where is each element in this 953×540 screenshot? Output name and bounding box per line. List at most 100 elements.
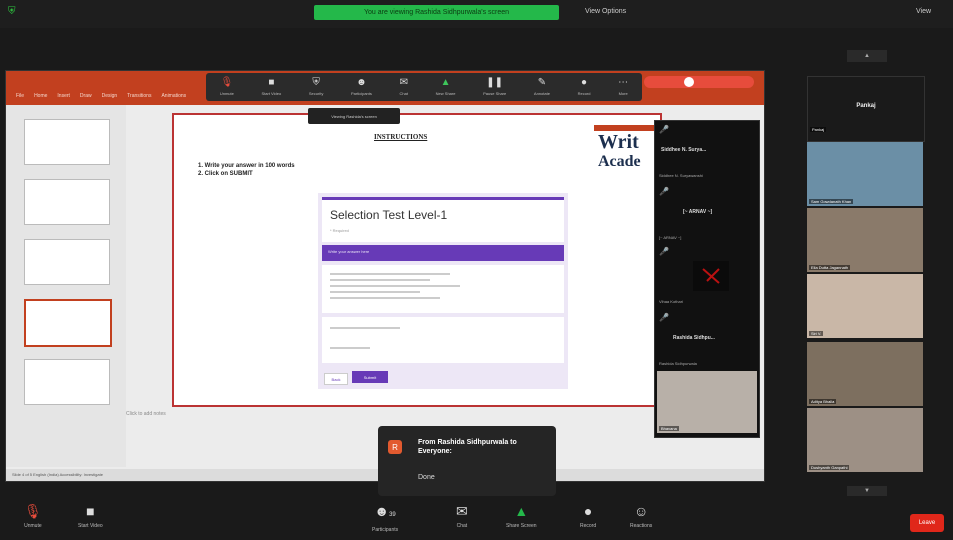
toolbar-record-button[interactable]: ● Record — [578, 77, 591, 97]
stop-share-button[interactable] — [644, 76, 754, 88]
text-line — [330, 285, 460, 287]
shield-icon: ⛨ — [312, 77, 320, 88]
view-menu[interactable]: View — [916, 8, 931, 15]
mic-muted-icon: 🎤 — [659, 247, 669, 256]
record-button[interactable]: ● Record — [580, 504, 596, 529]
slide-thumbnail[interactable] — [24, 359, 110, 405]
participant-tile[interactable]: Ella Dutta Jagannath — [807, 208, 923, 272]
instruction-step-2: 2. Click on SUBMIT — [198, 171, 253, 177]
participant-caption: Ella Dutta Jagannath — [809, 265, 851, 270]
share-icon: ▲ — [440, 77, 451, 88]
chat-button[interactable]: ✉ Chat — [456, 504, 468, 529]
toolbar-participants-button[interactable]: ☻ Participants — [351, 78, 372, 97]
chat-notification[interactable]: R From Rashida Sidhpurwala to Everyone: … — [378, 426, 556, 496]
tab-design[interactable]: Design — [102, 93, 118, 99]
participant-tile[interactable]: Siri V. — [807, 274, 923, 338]
google-form-screenshot: Selection Test Level-1 * Required Write … — [318, 193, 568, 389]
mic-muted-icon: 🎙 — [24, 503, 42, 519]
gallery-scroll-down-button[interactable]: ▼ — [847, 486, 887, 496]
toolbar-chat-button[interactable]: ✉ Chat — [399, 77, 408, 97]
participant-caption: Pankaj — [810, 127, 827, 132]
participants-button[interactable]: ☻39 Participants — [372, 504, 398, 533]
tab-transitions[interactable]: Transitions — [127, 93, 151, 99]
record-icon: ● — [581, 77, 588, 88]
status-text: Slide 4 of 5 English (India) Accessibili… — [12, 472, 103, 477]
more-icon: ⋯ — [618, 77, 629, 88]
form-section-title: Write your answer here — [328, 249, 370, 254]
participant-caption: Siddhee N. Suryawanshi — [659, 173, 703, 178]
toolbar-pause-share-button[interactable]: ❚❚ Pause Share — [483, 77, 506, 97]
slide-thumbnail[interactable] — [24, 119, 110, 165]
text-line — [330, 279, 430, 281]
brand-logo-text: Writ — [598, 131, 639, 153]
notes-placeholder[interactable]: Click to add notes — [126, 411, 166, 417]
participant-name: Pankaj — [856, 103, 876, 109]
slide-thumbnail[interactable] — [24, 239, 110, 285]
participant-video — [693, 261, 729, 291]
share-screen-button[interactable]: ▲ Share Screen — [506, 504, 537, 529]
text-line — [330, 327, 400, 329]
ppt-ribbon: File Home Insert Draw Design Transitions… — [6, 71, 764, 105]
media-placeholder-icon — [702, 268, 720, 284]
record-icon: ● — [583, 503, 593, 519]
participant-name: Rashida Sidhpu... — [673, 335, 715, 341]
start-video-button[interactable]: ■ Start Video — [78, 504, 103, 529]
form-required-note: * Required — [330, 228, 349, 233]
participant-name: Siddhee N. Surya... — [661, 147, 707, 153]
participant-tile[interactable]: Pankaj Pankaj — [807, 76, 925, 142]
form-back-button: Back — [324, 373, 348, 385]
ppt-tabs: File Home Insert Draw Design Transitions… — [16, 93, 186, 99]
tab-draw[interactable]: Draw — [80, 93, 92, 99]
tab-file[interactable]: File — [16, 93, 24, 99]
view-options-menu[interactable]: View Options — [585, 8, 626, 15]
participant-caption: Vihaa Kothari — [659, 299, 683, 304]
chat-icon: ✉ — [456, 503, 468, 519]
slide-title: INSTRUCTIONS — [374, 133, 428, 141]
participant-caption: Aditya Bhalla — [809, 399, 837, 404]
mic-muted-icon: 🎤 — [659, 187, 669, 196]
toolbar-video-button[interactable]: ■ Start Video — [262, 77, 282, 97]
top-bar: ⛨ You are viewing Rashida Sidhpurwala's … — [0, 0, 953, 28]
tab-home[interactable]: Home — [34, 93, 47, 99]
participant-caption: Siri V. — [809, 331, 824, 336]
share-screen-icon: ▲ — [514, 503, 529, 519]
participant-caption: [~ ARNAV ~] — [659, 235, 682, 240]
toolbar-unmute-button[interactable]: 🎙 Unmute — [220, 78, 234, 97]
participant-video: Bhavana — [657, 371, 757, 433]
reactions-icon: ☺ — [633, 503, 649, 519]
pause-icon: ❚❚ — [486, 77, 504, 88]
unmute-button[interactable]: 🎙 Unmute — [24, 504, 42, 529]
toolbar-new-share-button[interactable]: ▲ New Share — [436, 77, 456, 97]
text-line — [330, 347, 370, 349]
zoom-share-toolbar: 🎙 Unmute ■ Start Video ⛨ Security ☻ Particip… — [206, 73, 642, 101]
participant-tile[interactable]: Sam Gowdanath Khan — [807, 142, 923, 206]
chat-message: Done — [418, 474, 435, 481]
participant-tile[interactable]: Dushyanth Ganpathi — [807, 408, 923, 472]
avatar: R — [388, 440, 402, 454]
slide-thumbnail[interactable] — [24, 179, 110, 225]
tab-animations[interactable]: Animations — [161, 93, 186, 99]
brand-logo-text: Acade — [598, 153, 641, 170]
share-tooltip: Viewing Rashida's screen — [308, 108, 400, 124]
toolbar-more-button[interactable]: ⋯ More — [618, 77, 629, 97]
participant-tile[interactable]: Aditya Bhalla — [807, 342, 923, 406]
chat-icon: ✉ — [399, 77, 408, 88]
toolbar-annotate-button[interactable]: ✎ Annotate — [534, 78, 550, 97]
slide-thumbnail-active[interactable] — [24, 299, 112, 347]
reactions-button[interactable]: ☺ Reactions — [630, 504, 652, 529]
mic-muted-icon: 🎤 — [659, 125, 669, 134]
leave-meeting-button[interactable]: Leave — [910, 514, 944, 532]
video-icon: ■ — [268, 77, 275, 88]
participant-caption: Dushyanth Ganpathi — [809, 465, 850, 470]
text-line — [330, 273, 450, 275]
people-icon: ☻39 — [374, 503, 396, 519]
gallery-scroll-up-button[interactable]: ▲ — [847, 50, 887, 62]
text-line — [330, 297, 440, 299]
form-submit-button: Submit — [352, 371, 388, 383]
participant-caption: Rashida Sidhpurwala — [659, 361, 697, 366]
toolbar-security-button[interactable]: ⛨ Security — [309, 77, 323, 97]
form-header-card: Selection Test Level-1 * Required — [322, 197, 564, 242]
shield-icon[interactable]: ⛨ — [8, 7, 18, 17]
participant-caption: Bhavana — [659, 426, 679, 431]
tab-insert[interactable]: Insert — [57, 93, 70, 99]
